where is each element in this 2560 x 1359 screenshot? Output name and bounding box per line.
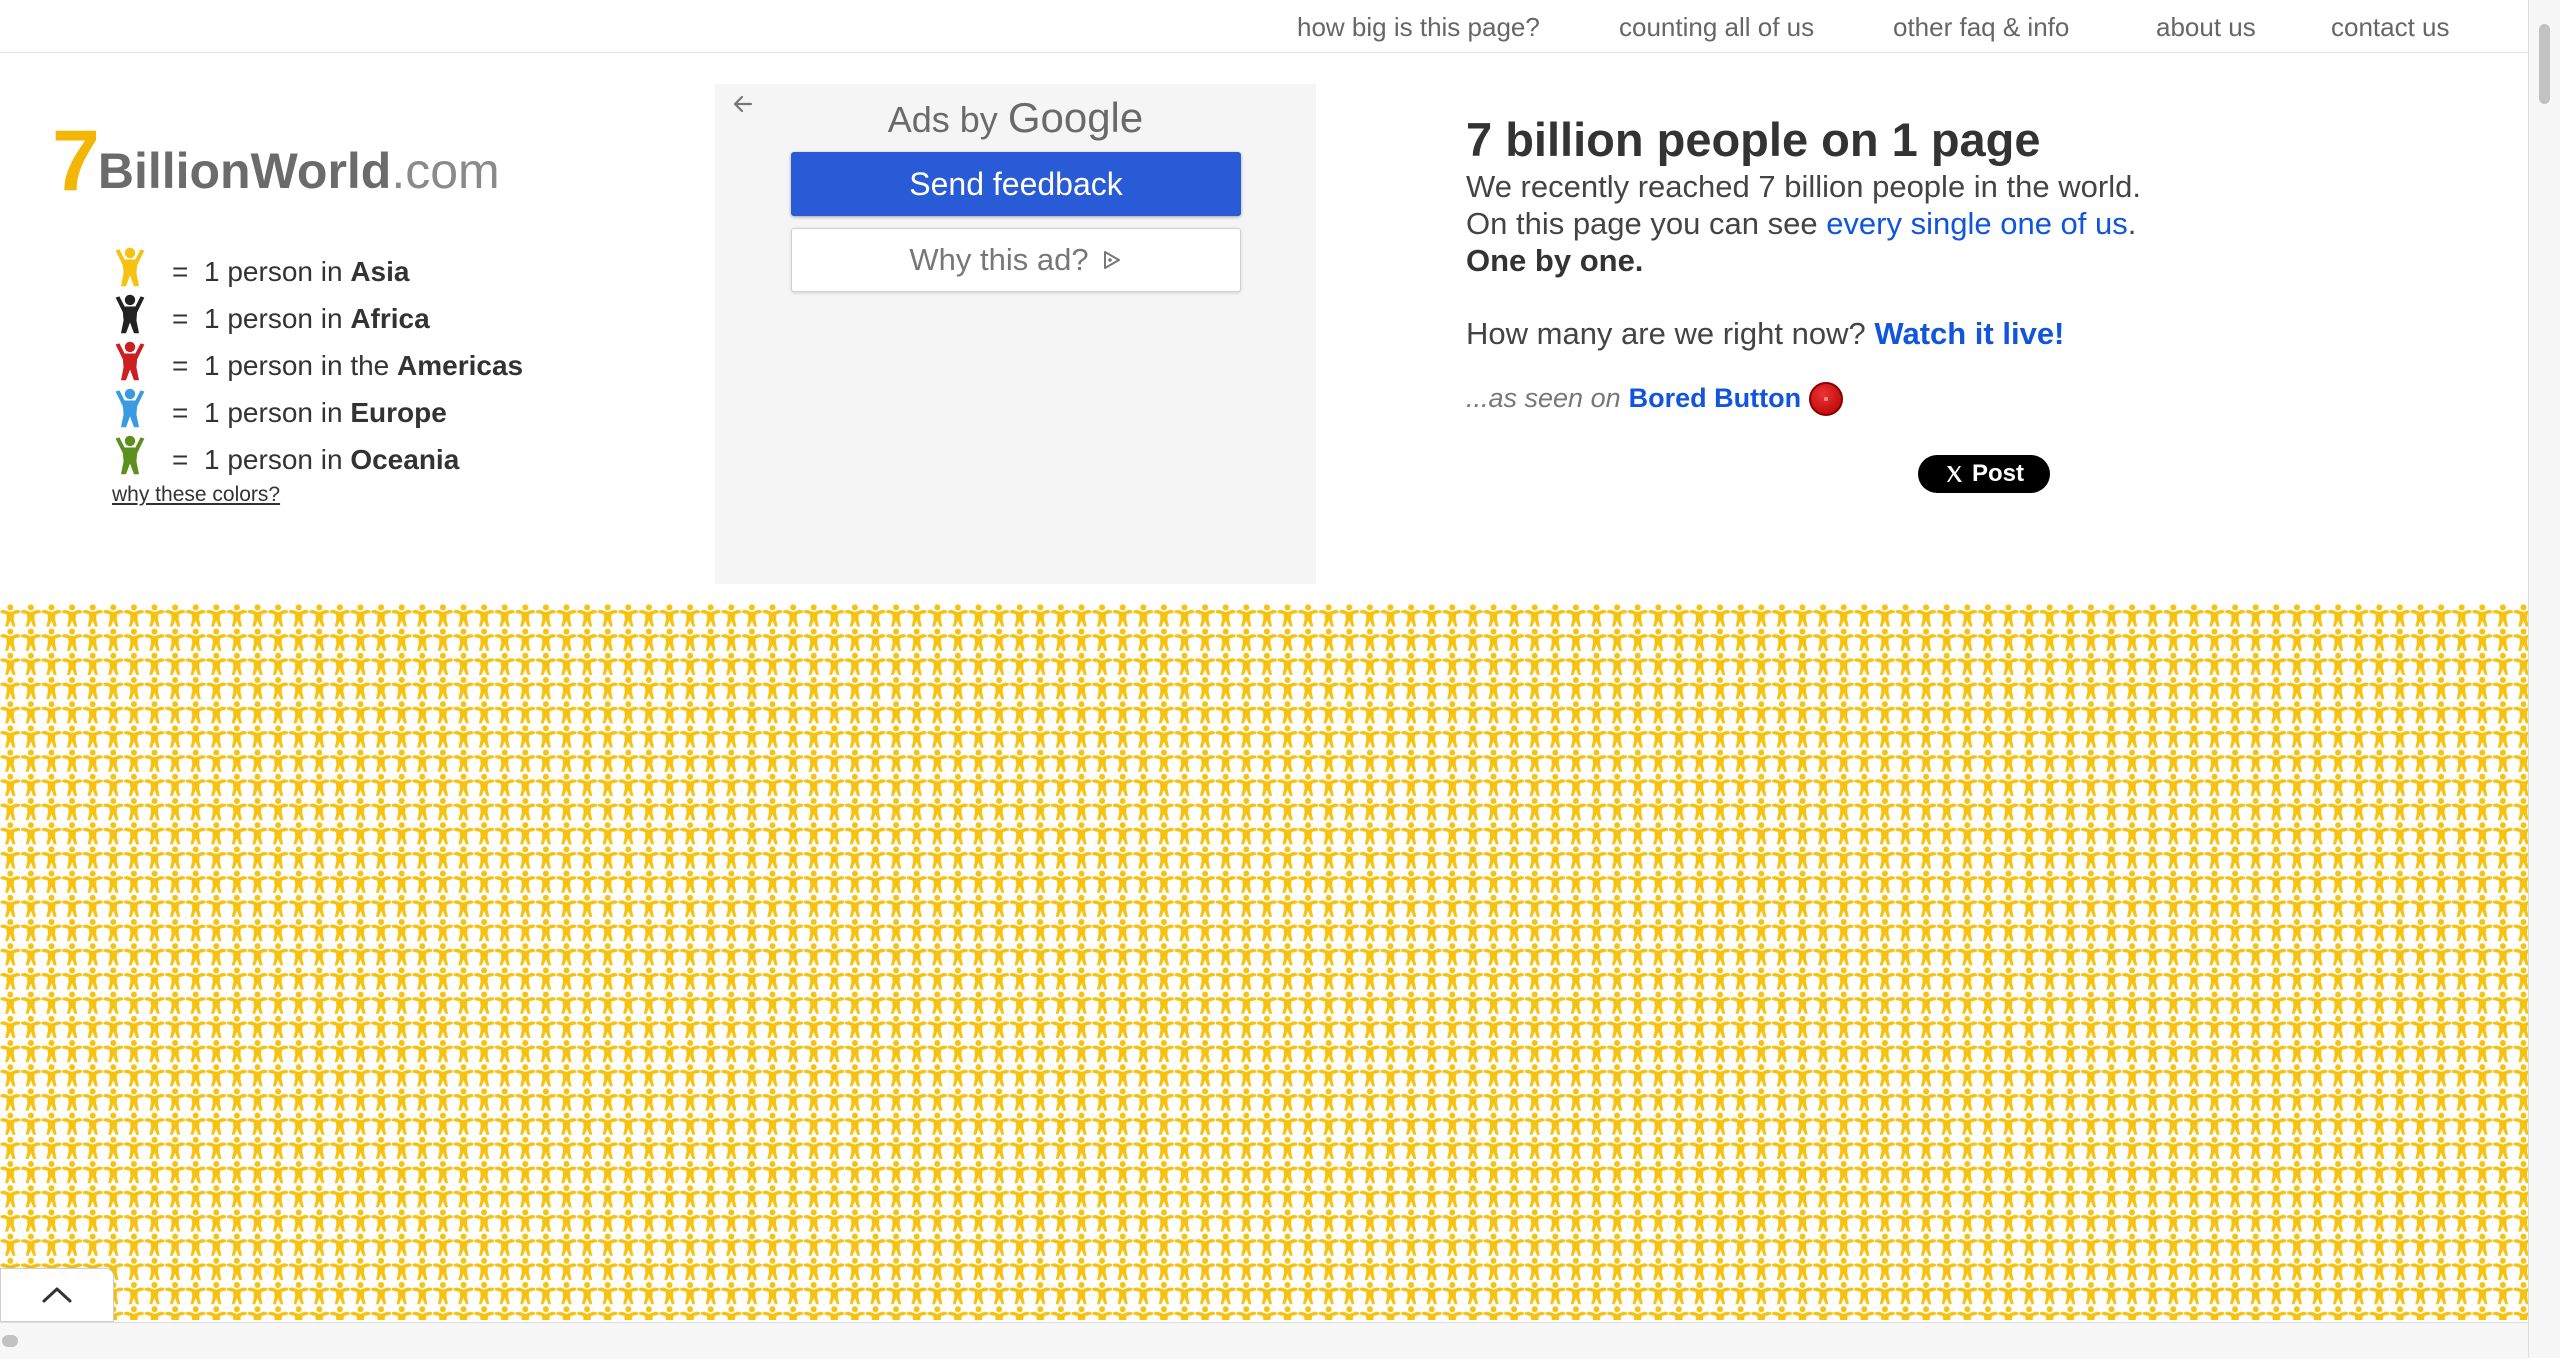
people-grid	[0, 604, 2528, 1320]
intro-line-1: We recently reached 7 billion people in …	[1466, 169, 2141, 204]
nav-contact[interactable]: contact us	[2331, 12, 2450, 43]
logo-dotcom: .com	[391, 143, 500, 199]
person-icon	[115, 247, 145, 287]
legend-prefix: 1 person in	[204, 256, 351, 287]
site-logo[interactable]: 7BillionWorld.com	[52, 118, 500, 204]
x-logo-icon	[1946, 466, 1962, 482]
legend-region: Africa	[350, 303, 430, 334]
logo-seven: 7	[52, 113, 100, 209]
logo-billion: Billion	[97, 143, 251, 199]
intro-line-2-prefix: On this page you can see	[1466, 206, 1827, 241]
legend-text: 1 person in Asia	[204, 256, 409, 288]
legend-text: 1 person in the Americas	[204, 350, 523, 382]
vertical-scrollbar[interactable]	[2528, 0, 2560, 1358]
ad-container: Ads by Google Send feedback Why this ad?	[715, 84, 1316, 584]
legend-text: 1 person in Africa	[204, 303, 430, 335]
intro-line-2-suffix: .	[2127, 206, 2137, 241]
scrollbar-thumb[interactable]	[2539, 24, 2550, 104]
ads-by-label: Ads by	[887, 99, 998, 140]
legend-region: Asia	[350, 256, 410, 287]
why-this-ad-label: Why this ad?	[909, 242, 1089, 277]
legend-prefix: 1 person in	[204, 397, 351, 428]
ads-by-google: Ads by Google	[715, 94, 1316, 142]
intro-line-2: On this page you can see every single on…	[1466, 205, 2466, 242]
top-nav: how big is this page? counting all of us…	[0, 0, 2528, 53]
legend-equals: =	[172, 397, 189, 428]
person-icon	[115, 294, 145, 334]
legend-equals: =	[172, 444, 189, 475]
intro-line-3: One by one.	[1466, 243, 1644, 278]
legend-region: Europe	[350, 397, 447, 428]
why-this-ad-button[interactable]: Why this ad?	[791, 228, 1241, 292]
person-icon	[115, 341, 145, 381]
person-icon	[115, 435, 145, 475]
chevron-up-icon	[42, 1287, 72, 1303]
legend-region: Americas	[397, 350, 524, 381]
scroll-top-button[interactable]	[0, 1268, 114, 1322]
legend-prefix: 1 person in the	[204, 350, 398, 381]
x-post-label: Post	[1971, 460, 2024, 487]
google-wordmark: Google	[1007, 94, 1144, 141]
as-seen-on: ...as seen on Bored Button	[1466, 380, 2466, 417]
legend-equals: =	[172, 350, 189, 381]
nav-how-big[interactable]: how big is this page?	[1297, 12, 1540, 43]
adchoices-triangle-icon	[1103, 251, 1120, 269]
nav-about[interactable]: about us	[2156, 12, 2256, 43]
legend-text: 1 person in Europe	[204, 397, 447, 429]
logo-wordmark: BillionWorld.com	[98, 143, 500, 199]
why-colors-link[interactable]: why these colors?	[112, 483, 280, 507]
send-feedback-button[interactable]: Send feedback	[791, 152, 1241, 216]
legend-prefix: 1 person in	[204, 444, 351, 475]
nav-faq[interactable]: other faq & info	[1893, 12, 2069, 43]
bored-button-link[interactable]: Bored Button	[1629, 380, 1801, 417]
logo-world: World	[250, 143, 392, 199]
live-question-text: How many are we right now?	[1466, 316, 1875, 351]
as-seen-prefix: ...as seen on	[1466, 383, 1621, 413]
page-title: 7 billion people on 1 page	[1466, 113, 2041, 166]
people-grid-fill	[0, 604, 2528, 1320]
legend-text: 1 person in Oceania	[204, 444, 459, 476]
x-post-button[interactable]: Post	[1918, 455, 2050, 493]
legend-prefix: 1 person in	[204, 303, 351, 334]
legend-equals: =	[172, 256, 189, 287]
watch-live-link[interactable]: Watch it live!	[1874, 316, 2064, 351]
every-single-one-link[interactable]: every single one of us	[1826, 206, 2128, 241]
horizontal-scrollbar[interactable]	[0, 1322, 2528, 1359]
red-button-icon[interactable]	[1809, 381, 1844, 416]
intro-section: 7 billion people on 1 page We recently r…	[1466, 112, 2466, 417]
legend-region: Oceania	[350, 444, 460, 475]
h-scrollbar-thumb[interactable]	[2, 1335, 18, 1347]
person-icon	[115, 388, 145, 428]
live-question: How many are we right now? Watch it live…	[1466, 315, 2466, 352]
nav-counting[interactable]: counting all of us	[1619, 12, 1814, 43]
legend-equals: =	[172, 303, 189, 334]
